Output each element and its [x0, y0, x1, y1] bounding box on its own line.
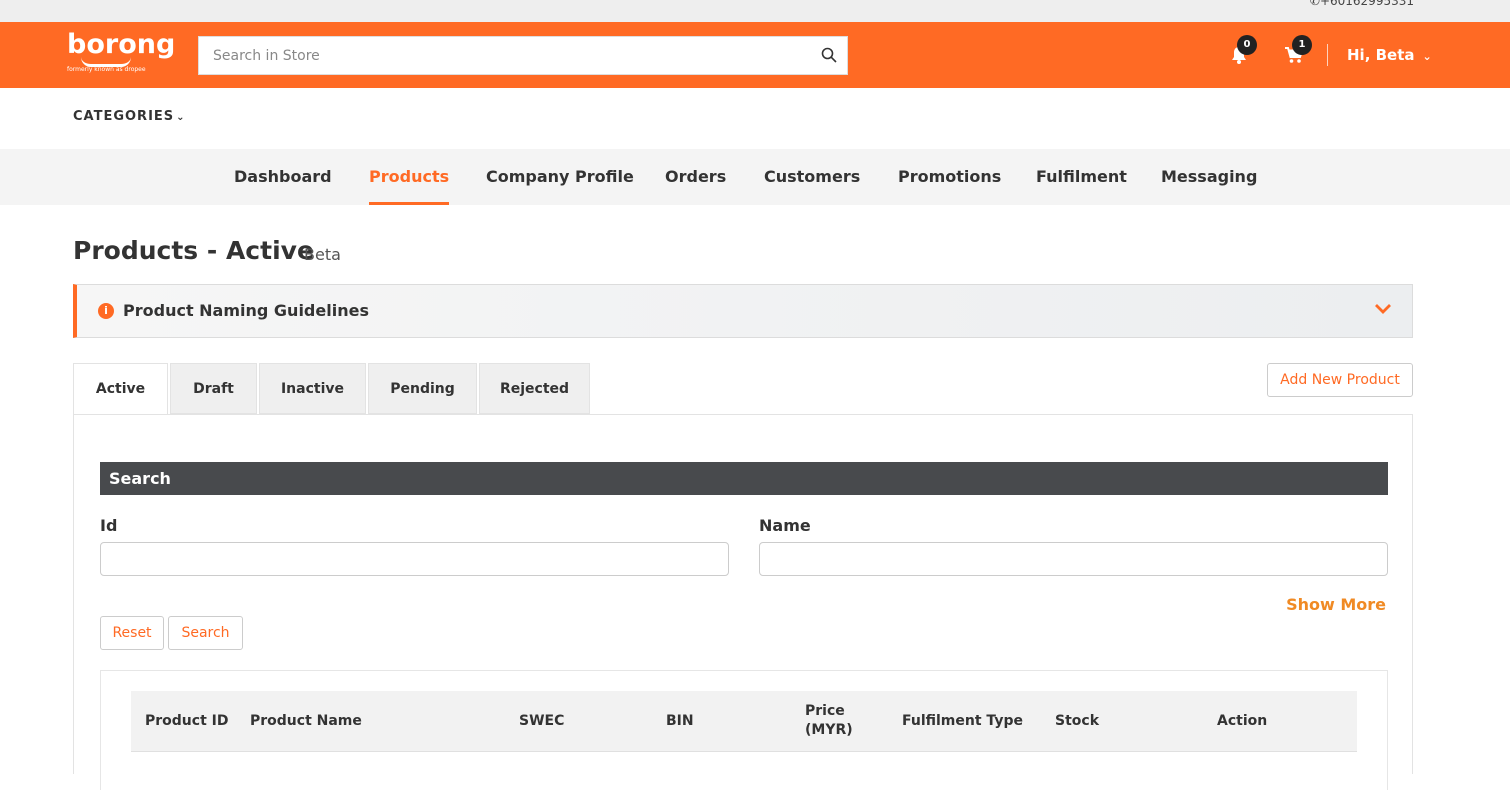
nav-customers[interactable]: Customers	[764, 167, 860, 186]
cart-button[interactable]: 1	[1284, 35, 1312, 65]
nav-products[interactable]: Products	[369, 167, 450, 205]
top-contact-strip: ✆+60162995331	[0, 0, 1510, 22]
whatsapp-phone[interactable]: ✆+60162995331	[1310, 0, 1414, 8]
search-button[interactable]: Search	[168, 616, 243, 650]
header-divider	[1327, 44, 1328, 66]
nav-messaging[interactable]: Messaging	[1161, 167, 1257, 186]
nav-company-profile[interactable]: Company Profile	[486, 167, 634, 186]
cart-badge: 1	[1292, 35, 1312, 55]
column-header-bin[interactable]: BIN	[666, 712, 694, 731]
name-label: Name	[759, 516, 811, 535]
products-panel: Search Id Name Show More Reset Search Pr…	[73, 414, 1413, 790]
column-header-product-name[interactable]: Product Name	[250, 712, 362, 731]
brand-name: borong	[67, 29, 176, 60]
page-subtitle: Beta	[304, 245, 341, 264]
tab-inactive[interactable]: Inactive	[259, 363, 366, 414]
notifications-badge: 0	[1237, 35, 1257, 55]
user-menu[interactable]: Hi, Beta ⌄	[1347, 46, 1432, 64]
store-search-input[interactable]	[199, 37, 799, 74]
column-header-price[interactable]: Price (MYR)	[805, 702, 853, 740]
nav-orders[interactable]: Orders	[665, 167, 726, 186]
products-table: Product ID Product Name SWEC BIN Price (…	[100, 670, 1388, 790]
column-header-product-id[interactable]: Product ID	[145, 712, 228, 731]
user-greeting: Hi, Beta	[1347, 46, 1415, 64]
info-icon: i	[98, 303, 114, 319]
page-title: Products - Active	[73, 236, 314, 265]
id-field[interactable]	[100, 542, 729, 576]
site-header: borong formerly known as dropee 0 1 Hi, …	[0, 22, 1510, 88]
search-icon[interactable]	[821, 47, 837, 63]
naming-guidelines-accordion[interactable]: i Product Naming Guidelines	[73, 284, 1413, 338]
nav-promotions[interactable]: Promotions	[898, 167, 1001, 186]
chevron-down-icon	[1375, 304, 1391, 314]
name-field[interactable]	[759, 542, 1388, 576]
add-new-product-button[interactable]: Add New Product	[1267, 363, 1413, 397]
column-header-action: Action	[1217, 713, 1268, 729]
id-label: Id	[100, 516, 118, 535]
tab-draft[interactable]: Draft	[170, 363, 257, 414]
tab-rejected[interactable]: Rejected	[479, 363, 590, 414]
nav-fulfilment[interactable]: Fulfilment	[1036, 167, 1127, 186]
reset-button[interactable]: Reset	[100, 616, 164, 650]
guidelines-title: Product Naming Guidelines	[123, 301, 369, 320]
tab-active[interactable]: Active	[73, 363, 168, 415]
column-header-swec[interactable]: SWEC	[519, 712, 564, 731]
notifications-button[interactable]: 0	[1229, 35, 1257, 65]
logo-smile	[81, 57, 131, 67]
categories-label: CATEGORIES	[73, 109, 175, 124]
categories-menu[interactable]: CATEGORIES ⌄	[73, 109, 186, 124]
chevron-down-icon: ⌄	[176, 112, 186, 123]
search-section-header: Search	[100, 462, 1388, 495]
nav-dashboard[interactable]: Dashboard	[234, 167, 332, 186]
store-search	[198, 36, 848, 75]
show-more-link[interactable]: Show More	[1286, 595, 1386, 614]
column-header-fulfilment-type[interactable]: Fulfilment Type	[902, 712, 1023, 731]
brand-logo[interactable]: borong formerly known as dropee	[67, 29, 177, 74]
chevron-down-icon: ⌄	[1422, 50, 1432, 63]
whatsapp-icon: ✆	[1309, 0, 1320, 8]
table-header-row: Product ID Product Name SWEC BIN Price (…	[131, 691, 1357, 752]
tab-pending[interactable]: Pending	[368, 363, 477, 414]
column-header-stock[interactable]: Stock	[1055, 712, 1099, 731]
brand-tagline: formerly known as dropee	[67, 66, 146, 73]
seller-nav: Dashboard Products Company Profile Order…	[0, 149, 1510, 205]
